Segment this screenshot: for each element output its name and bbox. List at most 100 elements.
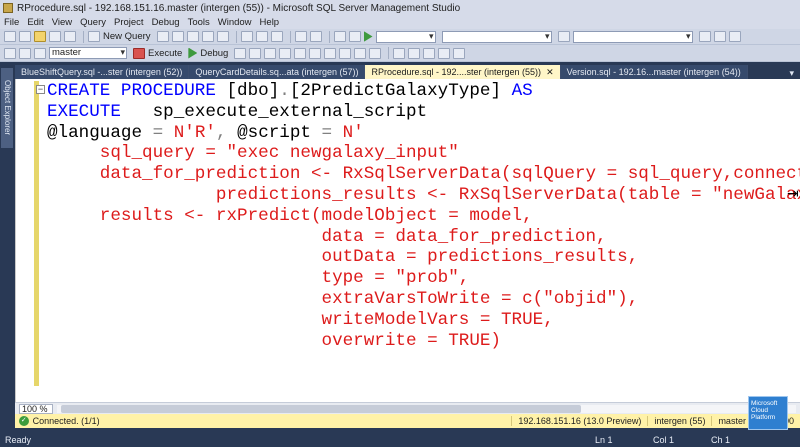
debug-button[interactable]: Debug (200, 48, 228, 59)
cut-icon[interactable] (240, 31, 253, 42)
dot: . (279, 81, 290, 101)
client-statistics-icon[interactable] (324, 47, 337, 59)
ssms-app-icon (3, 3, 13, 13)
redo-icon[interactable] (309, 31, 322, 42)
code-line-12: type = "prob", (47, 268, 470, 289)
available-databases-dropdown[interactable]: master (49, 47, 127, 59)
code-text[interactable]: CREATE PROCEDURE [dbo].[2PredictGalaxyTy… (47, 81, 800, 351)
scrollbar-thumb[interactable] (61, 404, 581, 413)
toolbox-icon[interactable] (728, 31, 741, 42)
query-status-bar: ✓ Connected. (1/1) 192.168.151.16 (13.0 … (15, 414, 800, 428)
menu-edit[interactable]: Edit (27, 17, 43, 28)
save-all-icon[interactable] (64, 31, 76, 42)
horizontal-scrollbar[interactable] (57, 404, 796, 413)
window-title: RProcedure.sql - 192.168.151.16.master (… (17, 2, 461, 14)
collapse-icon[interactable]: − (36, 85, 45, 94)
add-item-icon[interactable] (19, 31, 31, 42)
menu-tools[interactable]: Tools (188, 17, 210, 28)
menu-debug[interactable]: Debug (152, 17, 180, 28)
properties-icon[interactable] (713, 31, 726, 42)
code-line-1: CREATE PROCEDURE [dbo].[2PredictGalaxyTy… (47, 81, 800, 102)
parse-icon[interactable] (249, 47, 262, 59)
find-combo[interactable] (441, 30, 552, 43)
new-query-icon[interactable] (88, 31, 100, 42)
object-explorer-tab[interactable]: Object Explorer (1, 68, 13, 148)
intellisense-icon[interactable] (294, 47, 307, 59)
increase-indent-icon[interactable] (438, 47, 451, 59)
new-query-button[interactable]: New Query (103, 31, 151, 42)
menu-query[interactable]: Query (80, 17, 106, 28)
close-icon[interactable]: ✕ (546, 67, 554, 78)
execute-button[interactable]: Execute (148, 48, 182, 59)
toolbar-separator (235, 30, 237, 43)
tab-rprocedure[interactable]: RProcedure.sql - 192....ster (intergen (… (365, 65, 561, 79)
copy-icon[interactable] (255, 31, 268, 42)
navigate-forward-icon[interactable] (348, 31, 361, 42)
new-project-icon[interactable] (4, 31, 16, 42)
database-engine-query-icon[interactable] (156, 31, 169, 42)
execute-icon[interactable] (133, 47, 145, 59)
cancel-query-icon[interactable] (234, 47, 247, 59)
toolbar-separator (388, 47, 390, 59)
uncomment-icon[interactable] (408, 47, 421, 59)
schema-name: [dbo] (226, 81, 280, 101)
debug-icon[interactable] (188, 47, 198, 59)
tab-dropdown-icon[interactable]: ▾ (783, 68, 800, 79)
toolbar-separator (328, 30, 330, 43)
decrease-indent-icon[interactable] (423, 47, 436, 59)
save-icon[interactable] (49, 31, 61, 42)
results-to-text-icon[interactable] (339, 47, 352, 59)
menu-file[interactable]: File (4, 17, 19, 28)
tab-blueshiftquery[interactable]: BlueShiftQuery.sql -...ster (intergen (5… (15, 65, 190, 79)
specify-template-values-icon[interactable] (453, 47, 466, 59)
zoom-dropdown[interactable]: 100 % (19, 403, 53, 414)
param-script: @script (237, 122, 322, 143)
results-to-grid-icon[interactable] (354, 47, 367, 59)
tab-version[interactable]: Version.sql - 192.16...master (intergen … (560, 65, 748, 79)
find-in-files-icon[interactable] (557, 31, 570, 42)
search-combo[interactable] (572, 30, 693, 43)
open-file-icon[interactable] (34, 31, 46, 42)
proc-call: sp_execute_external_script (152, 101, 428, 122)
badge-line: Cloud (751, 407, 768, 414)
solution-config-dropdown[interactable] (375, 30, 436, 43)
procedure-name: [2PredictGalaxyType] (289, 81, 512, 101)
results-to-file-icon[interactable] (369, 47, 382, 59)
tab-querycarddetails[interactable]: QueryCardDetails.sq...ata (intergen (57)… (189, 65, 366, 79)
include-actual-plan-icon[interactable] (309, 47, 322, 59)
code-line-6: data_for_prediction <- RxSqlServerData(s… (47, 164, 800, 185)
navigate-backward-icon[interactable] (333, 31, 346, 42)
status-bar: Ready Ln 1 Col 1 Ch 1 (0, 432, 800, 447)
solution-explorer-icon[interactable] (698, 31, 711, 42)
query-options-icon[interactable] (279, 47, 292, 59)
undo-icon[interactable] (294, 31, 307, 42)
menu-window[interactable]: Window (218, 17, 252, 28)
dmx-query-icon[interactable] (201, 31, 214, 42)
left-dock: Object Explorer (0, 62, 15, 402)
disconnect-icon[interactable] (19, 47, 31, 59)
login-name: intergen (55) (647, 416, 711, 426)
change-tracking-bar (34, 81, 39, 386)
display-estimated-plan-icon[interactable] (264, 47, 277, 59)
mdx-query-icon[interactable] (186, 31, 199, 42)
analysis-query-icon[interactable] (171, 31, 184, 42)
equals: = (321, 122, 343, 143)
menu-view[interactable]: View (52, 17, 72, 28)
tab-label: Version.sql - 192.16...master (intergen … (566, 67, 741, 77)
change-connection-icon[interactable] (34, 47, 46, 59)
document-tabs: BlueShiftQuery.sql -...ster (intergen (5… (15, 64, 800, 79)
menu-help[interactable]: Help (260, 17, 280, 28)
code-line-2: EXECUTE sp_execute_external_script (47, 102, 800, 123)
paste-icon[interactable] (270, 31, 283, 42)
sql-editor-toolbar: master Execute Debug (0, 45, 800, 62)
connect-icon[interactable] (4, 47, 16, 59)
code-editor[interactable]: − CREATE PROCEDURE [dbo].[2PredictGalaxy… (15, 79, 800, 402)
xmla-query-icon[interactable] (216, 31, 229, 42)
comment-icon[interactable] (393, 47, 406, 59)
microsoft-cloud-platform-badge: Microsoft Cloud Platform (748, 396, 788, 430)
menu-project[interactable]: Project (114, 17, 144, 28)
mouse-cursor-icon: ⇥ (787, 185, 799, 201)
connection-message: Connected. (1/1) (32, 416, 100, 426)
kw-as: AS (511, 81, 533, 101)
start-debugging-icon[interactable] (363, 31, 373, 42)
